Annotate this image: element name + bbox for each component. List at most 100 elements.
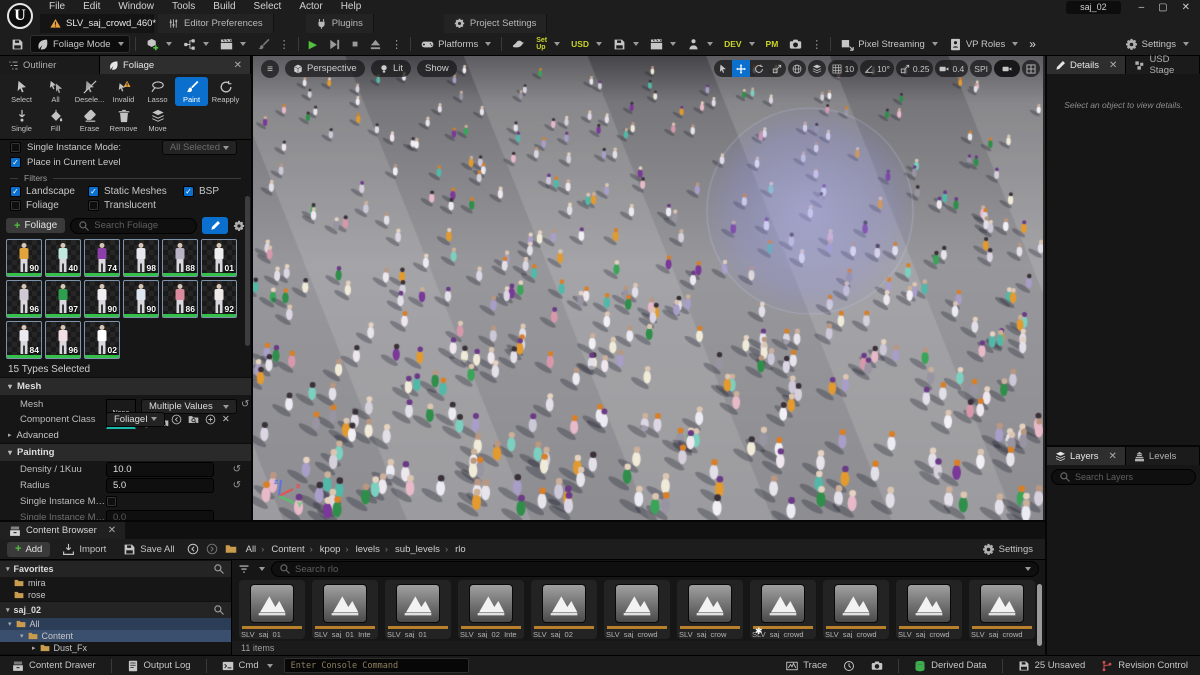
pixel-streaming-dropdown[interactable]: Pixel Streaming	[836, 35, 943, 53]
usd-dropdown[interactable]: USD	[566, 35, 607, 53]
toolbar-expand-button[interactable]: »	[1024, 35, 1041, 53]
single-instance-paint-checkbox[interactable]: ✓	[106, 496, 117, 507]
project-search-icon[interactable]	[213, 604, 225, 616]
tab-level[interactable]: SLV_saj_crowd_460*	[40, 14, 154, 33]
foliage-tool-button[interactable]: Fill	[39, 106, 72, 135]
breadcrumb-item[interactable]: rlo	[453, 544, 468, 555]
insights-button[interactable]	[838, 656, 860, 675]
breadcrumb-item[interactable]: levels	[354, 544, 390, 555]
single-instance-mode-dropdown[interactable]: All Selected	[162, 140, 237, 155]
foliage-tool-button[interactable]: All	[39, 77, 72, 106]
foliage-type-thumbnail[interactable]: 02	[84, 321, 120, 359]
project-header[interactable]: ▾saj_02	[0, 601, 231, 618]
quad-view-button[interactable]	[1022, 60, 1040, 77]
bird-tool-button[interactable]	[507, 35, 530, 53]
tab-outliner[interactable]: Outliner	[0, 56, 100, 74]
scale-tool[interactable]	[768, 60, 786, 77]
settings-dropdown[interactable]: Settings	[1120, 35, 1194, 53]
density-reset[interactable]: ↺	[229, 464, 245, 475]
add-element-icon[interactable]	[205, 414, 216, 425]
cb-save-all-button[interactable]: Save All	[118, 540, 179, 558]
eject-button[interactable]	[364, 35, 387, 53]
viewport-canvas[interactable]	[253, 56, 1043, 520]
foliage-type-thumbnail[interactable]: 97	[45, 280, 81, 318]
rotation-snap-control[interactable]: 10°	[860, 60, 894, 77]
favorite-folder[interactable]: rose	[0, 589, 231, 601]
minimize-button[interactable]: –	[1139, 2, 1145, 13]
screenshot-button[interactable]	[784, 35, 807, 53]
dev-dropdown[interactable]: DEV	[719, 35, 759, 53]
foliage-type-thumbnail[interactable]: 90	[6, 239, 42, 277]
menu-item[interactable]: Tools	[163, 0, 204, 14]
tools-overflow-dots[interactable]: ⋮	[808, 38, 825, 51]
close-details-tab[interactable]: ✕	[1109, 60, 1117, 71]
radius-input[interactable]: 5.0	[106, 478, 214, 493]
foliage-tool-button[interactable]: Desele...	[73, 77, 106, 106]
move-tool[interactable]	[732, 60, 750, 77]
favorite-folder[interactable]: mira	[0, 577, 231, 589]
level-asset-tile[interactable]: ✱ SLV_saj_crowd	[604, 580, 670, 639]
advanced-row[interactable]: ▸Advanced	[0, 427, 251, 443]
character-dropdown[interactable]	[682, 35, 718, 53]
perspective-dropdown[interactable]: Perspective	[285, 60, 365, 77]
foliage-tool-button[interactable]: Select	[5, 77, 38, 106]
close-content-browser[interactable]: ✕	[108, 525, 116, 536]
revision-control-button[interactable]: Revision Control	[1096, 656, 1193, 675]
level-asset-tile[interactable]: ✱ SLV_saj_crow	[677, 580, 743, 639]
add-foliage-button[interactable]: +Foliage	[6, 218, 65, 233]
tab-plugins[interactable]: Plugins	[306, 14, 374, 33]
asset-search-input[interactable]	[295, 564, 1018, 575]
editor-mode-dropdown[interactable]: Foliage Mode	[30, 35, 130, 53]
tab-details[interactable]: Details✕	[1047, 56, 1126, 74]
foliage-tool-button[interactable]: Remove	[107, 106, 140, 135]
level-viewport[interactable]: ≡ Perspective Lit Show 10 10° 0.25 0.4 S…	[253, 56, 1045, 520]
content-drawer-button[interactable]: Content Drawer	[7, 656, 101, 675]
favorites-search-icon[interactable]	[213, 563, 225, 575]
foliage-type-thumbnail[interactable]: 01	[201, 239, 237, 277]
save-options-dropdown[interactable]	[608, 35, 644, 53]
frame-skip-button[interactable]	[323, 35, 346, 53]
foliage-type-thumbnail[interactable]: 84	[6, 321, 42, 359]
stop-button[interactable]: ■	[347, 35, 363, 53]
foliage-type-thumbnail[interactable]: 90	[84, 280, 120, 318]
grid-snap-control[interactable]: 10	[828, 60, 858, 77]
asset-search[interactable]	[271, 561, 1039, 577]
filter-static-meshes-checkbox[interactable]: ✓	[88, 186, 99, 197]
foliage-type-thumbnail[interactable]: 96	[6, 280, 42, 318]
foliage-type-thumbnail[interactable]: 98	[123, 239, 159, 277]
console-command-field[interactable]	[284, 658, 469, 673]
viewport-camera-button[interactable]	[994, 60, 1020, 77]
foliage-search-input[interactable]	[94, 220, 189, 231]
cb-add-button[interactable]: +Add	[7, 542, 50, 557]
breadcrumb-item[interactable]: kpop	[318, 544, 351, 555]
console-input[interactable]	[291, 661, 462, 671]
spi-button[interactable]: SPI	[970, 60, 992, 77]
rotate-tool[interactable]	[750, 60, 768, 77]
blueprints-button[interactable]	[178, 35, 214, 53]
close-layers-tab[interactable]: ✕	[1109, 451, 1117, 462]
foliage-edit-button[interactable]	[202, 217, 228, 234]
foliage-tool-button[interactable]: Reapply	[209, 77, 242, 106]
foliage-type-thumbnail[interactable]: 92	[201, 280, 237, 318]
menu-item[interactable]: File	[40, 0, 74, 14]
back-icon[interactable]	[187, 543, 199, 555]
foliage-settings-gear[interactable]	[233, 220, 245, 232]
component-class-dropdown[interactable]: FoliageI	[106, 412, 165, 427]
tab-layers[interactable]: Layers✕	[1047, 447, 1126, 465]
lit-dropdown[interactable]: Lit	[371, 60, 411, 77]
unsaved-button[interactable]: 25 Unsaved	[1013, 656, 1091, 675]
cinematics-button[interactable]	[215, 35, 251, 53]
pm-button[interactable]: PM	[761, 35, 784, 53]
world-local-toggle[interactable]	[788, 60, 806, 77]
foliage-tool-button[interactable]: Lasso	[141, 77, 174, 106]
setup-dropdown[interactable]: SetUp	[531, 35, 565, 53]
foliage-panel-scrollbar[interactable]	[245, 196, 250, 346]
foliage-type-thumbnail[interactable]: 90	[123, 280, 159, 318]
output-log-button[interactable]: Output Log	[122, 656, 196, 675]
level-asset-tile[interactable]: ✱ SLV_saj_02_Inte	[458, 580, 524, 639]
tab-levels[interactable]: Levels	[1126, 447, 1200, 465]
scale-snap-control[interactable]: 0.25	[896, 60, 934, 77]
menu-item[interactable]: Actor	[290, 0, 331, 14]
single-instance-mode-checkbox[interactable]: ✓	[10, 142, 21, 153]
level-asset-tile[interactable]: ✱ SLV_saj_crowd	[823, 580, 889, 639]
